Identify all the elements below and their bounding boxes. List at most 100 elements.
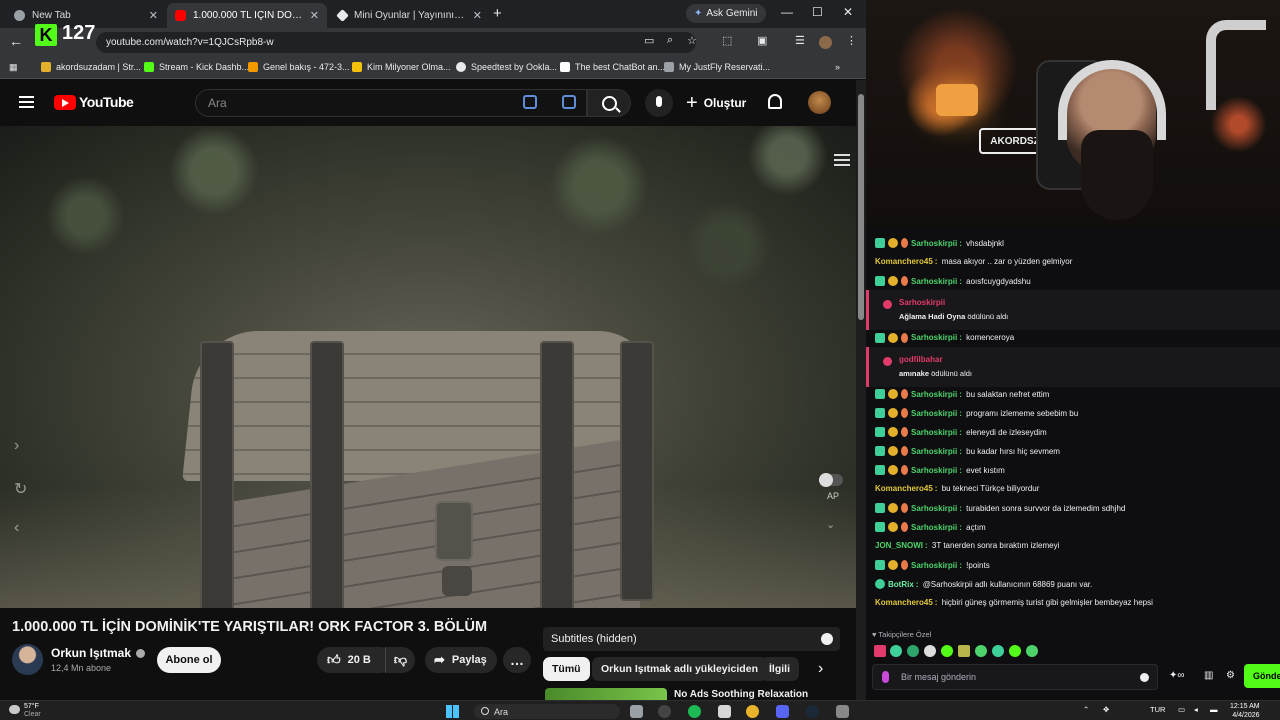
chat-username[interactable]: Sarhoskirpii [911, 409, 957, 418]
emote-icon[interactable] [874, 645, 886, 657]
emoji-icon[interactable] [1140, 673, 1149, 682]
emote-icon[interactable] [1026, 645, 1038, 657]
chat-username[interactable]: JON_SNOWI [875, 541, 923, 550]
discord-icon[interactable] [776, 705, 789, 718]
volume-icon[interactable]: ◂ [1194, 705, 1198, 714]
app-icon[interactable] [718, 705, 731, 718]
chevron-down-icon[interactable] [821, 633, 833, 645]
chevron-right-icon[interactable]: › [14, 437, 19, 455]
apps-grid-icon[interactable]: ▦ [9, 62, 18, 73]
side-panel-icon[interactable]: ▣ [757, 34, 767, 47]
chat-username[interactable]: Sarhoskirpii [911, 239, 957, 248]
chrome-icon[interactable] [746, 705, 759, 718]
chat-username[interactable]: Sarhoskirpii [911, 561, 957, 570]
close-icon[interactable]: ✕ [149, 9, 158, 22]
close-icon[interactable]: ✕ [473, 9, 482, 22]
profile-avatar[interactable] [819, 36, 832, 49]
close-icon[interactable]: ✕ [310, 9, 319, 22]
menu-dots-icon[interactable]: ⋮ [846, 34, 857, 47]
dislike-button[interactable]: 👎︎ [385, 647, 415, 673]
emote-icon[interactable] [992, 645, 1004, 657]
chat-username[interactable]: Komanchero45 [875, 484, 933, 493]
emote-icon[interactable] [975, 645, 987, 657]
chevron-down-icon[interactable]: ⌄ [826, 518, 835, 531]
tray-chevron-icon[interactable]: ⌃ [1083, 705, 1089, 714]
tab-youtube-video[interactable]: 1.000.000 TL İÇİN DOMİNİK'TE ✕ [167, 3, 327, 28]
minimize-icon[interactable]: — [781, 5, 793, 19]
ask-gemini-button[interactable]: ✦ Ask Gemini [686, 4, 766, 23]
chip-related[interactable]: İlgili [760, 657, 799, 681]
emote-icon[interactable] [907, 645, 919, 657]
file-explorer-icon[interactable] [630, 705, 643, 718]
channel-name[interactable]: Orkun Işıtmak [51, 646, 146, 660]
extensions-icon[interactable]: ⬚ [722, 34, 732, 47]
back-arrow-icon[interactable]: ← [9, 33, 23, 49]
chat-input[interactable]: Bir mesaj gönderin [872, 664, 1158, 690]
share-button[interactable]: ➦ Paylaş [425, 647, 497, 673]
video-menu-icon[interactable] [834, 154, 850, 166]
cast-icon[interactable]: ▭ [644, 34, 654, 47]
like-button[interactable]: 👍︎ 20 B [317, 647, 393, 673]
search-button[interactable] [587, 89, 631, 117]
network-icon[interactable]: ▭ [1178, 705, 1185, 714]
tab-mini-oyunlar[interactable]: Mini Oyunlar | Yayınını güçlend ✕ [330, 3, 490, 28]
address-bar[interactable]: youtube.com/watch?v=1QJCsRpb8-w [96, 32, 696, 53]
reward-username[interactable]: godfilbahar [899, 355, 943, 364]
app-icon[interactable] [836, 705, 849, 718]
chat-username[interactable]: Sarhoskirpii [911, 333, 957, 342]
chip-all[interactable]: Tümü [543, 657, 590, 681]
steam-icon[interactable] [806, 705, 819, 718]
chat-username[interactable]: Sarhoskirpii [911, 466, 957, 475]
hamburger-menu-icon[interactable] [19, 96, 34, 108]
emote-icon[interactable] [924, 645, 936, 657]
chat-username[interactable]: Sarhoskirpii [911, 428, 957, 437]
language-indicator[interactable]: TUR [1150, 705, 1165, 714]
reward-username[interactable]: Sarhoskirpii [899, 298, 945, 307]
bookmark-3[interactable]: Genel bakış - 472-3... [248, 62, 350, 72]
bookmark-2[interactable]: Stream - Kick Dashb... [144, 62, 249, 72]
emote-icon[interactable] [958, 645, 970, 657]
emote-icon[interactable] [890, 645, 902, 657]
page-scrollbar[interactable] [856, 80, 866, 700]
refresh-icon[interactable]: ↻ [14, 479, 27, 499]
bookmark-7[interactable]: My JustFly Reservati... [664, 62, 770, 72]
notifications-bell-icon[interactable] [768, 94, 782, 109]
new-tab-plus-icon[interactable]: + [493, 5, 502, 22]
scrollbar-thumb[interactable] [858, 94, 864, 320]
bookmark-star-icon[interactable]: ☆ [687, 34, 697, 47]
send-button[interactable]: Gönder [1244, 664, 1280, 688]
recommended-thumbnail[interactable] [545, 688, 667, 700]
window-close-icon[interactable]: ✕ [843, 5, 853, 19]
bookmark-4[interactable]: Kim Milyoner Olma... [352, 62, 451, 72]
chip-from-uploader[interactable]: Orkun Işıtmak adlı yükleyiciden [592, 657, 767, 681]
github-icon[interactable] [658, 705, 671, 718]
chat-username[interactable]: BotRix [888, 580, 914, 589]
more-bookmarks-icon[interactable]: » [835, 62, 840, 72]
subtitles-panel[interactable]: Subtitles (hidden) [543, 627, 840, 651]
chat-username[interactable]: Sarhoskirpii [911, 504, 957, 513]
youtube-logo-icon[interactable] [54, 95, 76, 110]
maximize-icon[interactable]: ☐ [812, 5, 823, 19]
zoom-icon[interactable]: ⌕ [667, 34, 673, 47]
points-icon[interactable]: ✦∞ [1169, 670, 1185, 681]
recommended-title[interactable]: No Ads Soothing Relaxation [674, 689, 808, 700]
emote-icon[interactable] [1009, 645, 1021, 657]
system-clock[interactable]: 12:15 AM 4/4/2026 [1230, 702, 1260, 720]
chat-username[interactable]: Komanchero45 [875, 257, 933, 266]
channel-avatar[interactable] [12, 644, 43, 675]
battery-icon[interactable]: ▬ [1210, 705, 1218, 714]
screenshot-extension-icon[interactable] [562, 95, 576, 109]
video-player[interactable] [0, 126, 856, 608]
chevron-right-icon[interactable]: › [818, 660, 823, 678]
subscribe-button[interactable]: Abone ol [157, 647, 221, 673]
gift-icon[interactable]: ▥ [1204, 670, 1213, 681]
create-button[interactable]: + Oluştur [686, 91, 746, 115]
chevron-left-icon[interactable]: ‹ [14, 519, 19, 537]
bookmark-5[interactable]: Speedtest by Ookla... [456, 62, 557, 72]
chat-username[interactable]: Sarhoskirpii [911, 447, 957, 456]
chat-username[interactable]: Komanchero45 [875, 598, 933, 607]
tray-app-icon[interactable]: ✥ [1103, 705, 1109, 714]
windows-start-icon[interactable] [446, 705, 459, 718]
emote-icon[interactable] [941, 645, 953, 657]
spotify-icon[interactable] [688, 705, 701, 718]
